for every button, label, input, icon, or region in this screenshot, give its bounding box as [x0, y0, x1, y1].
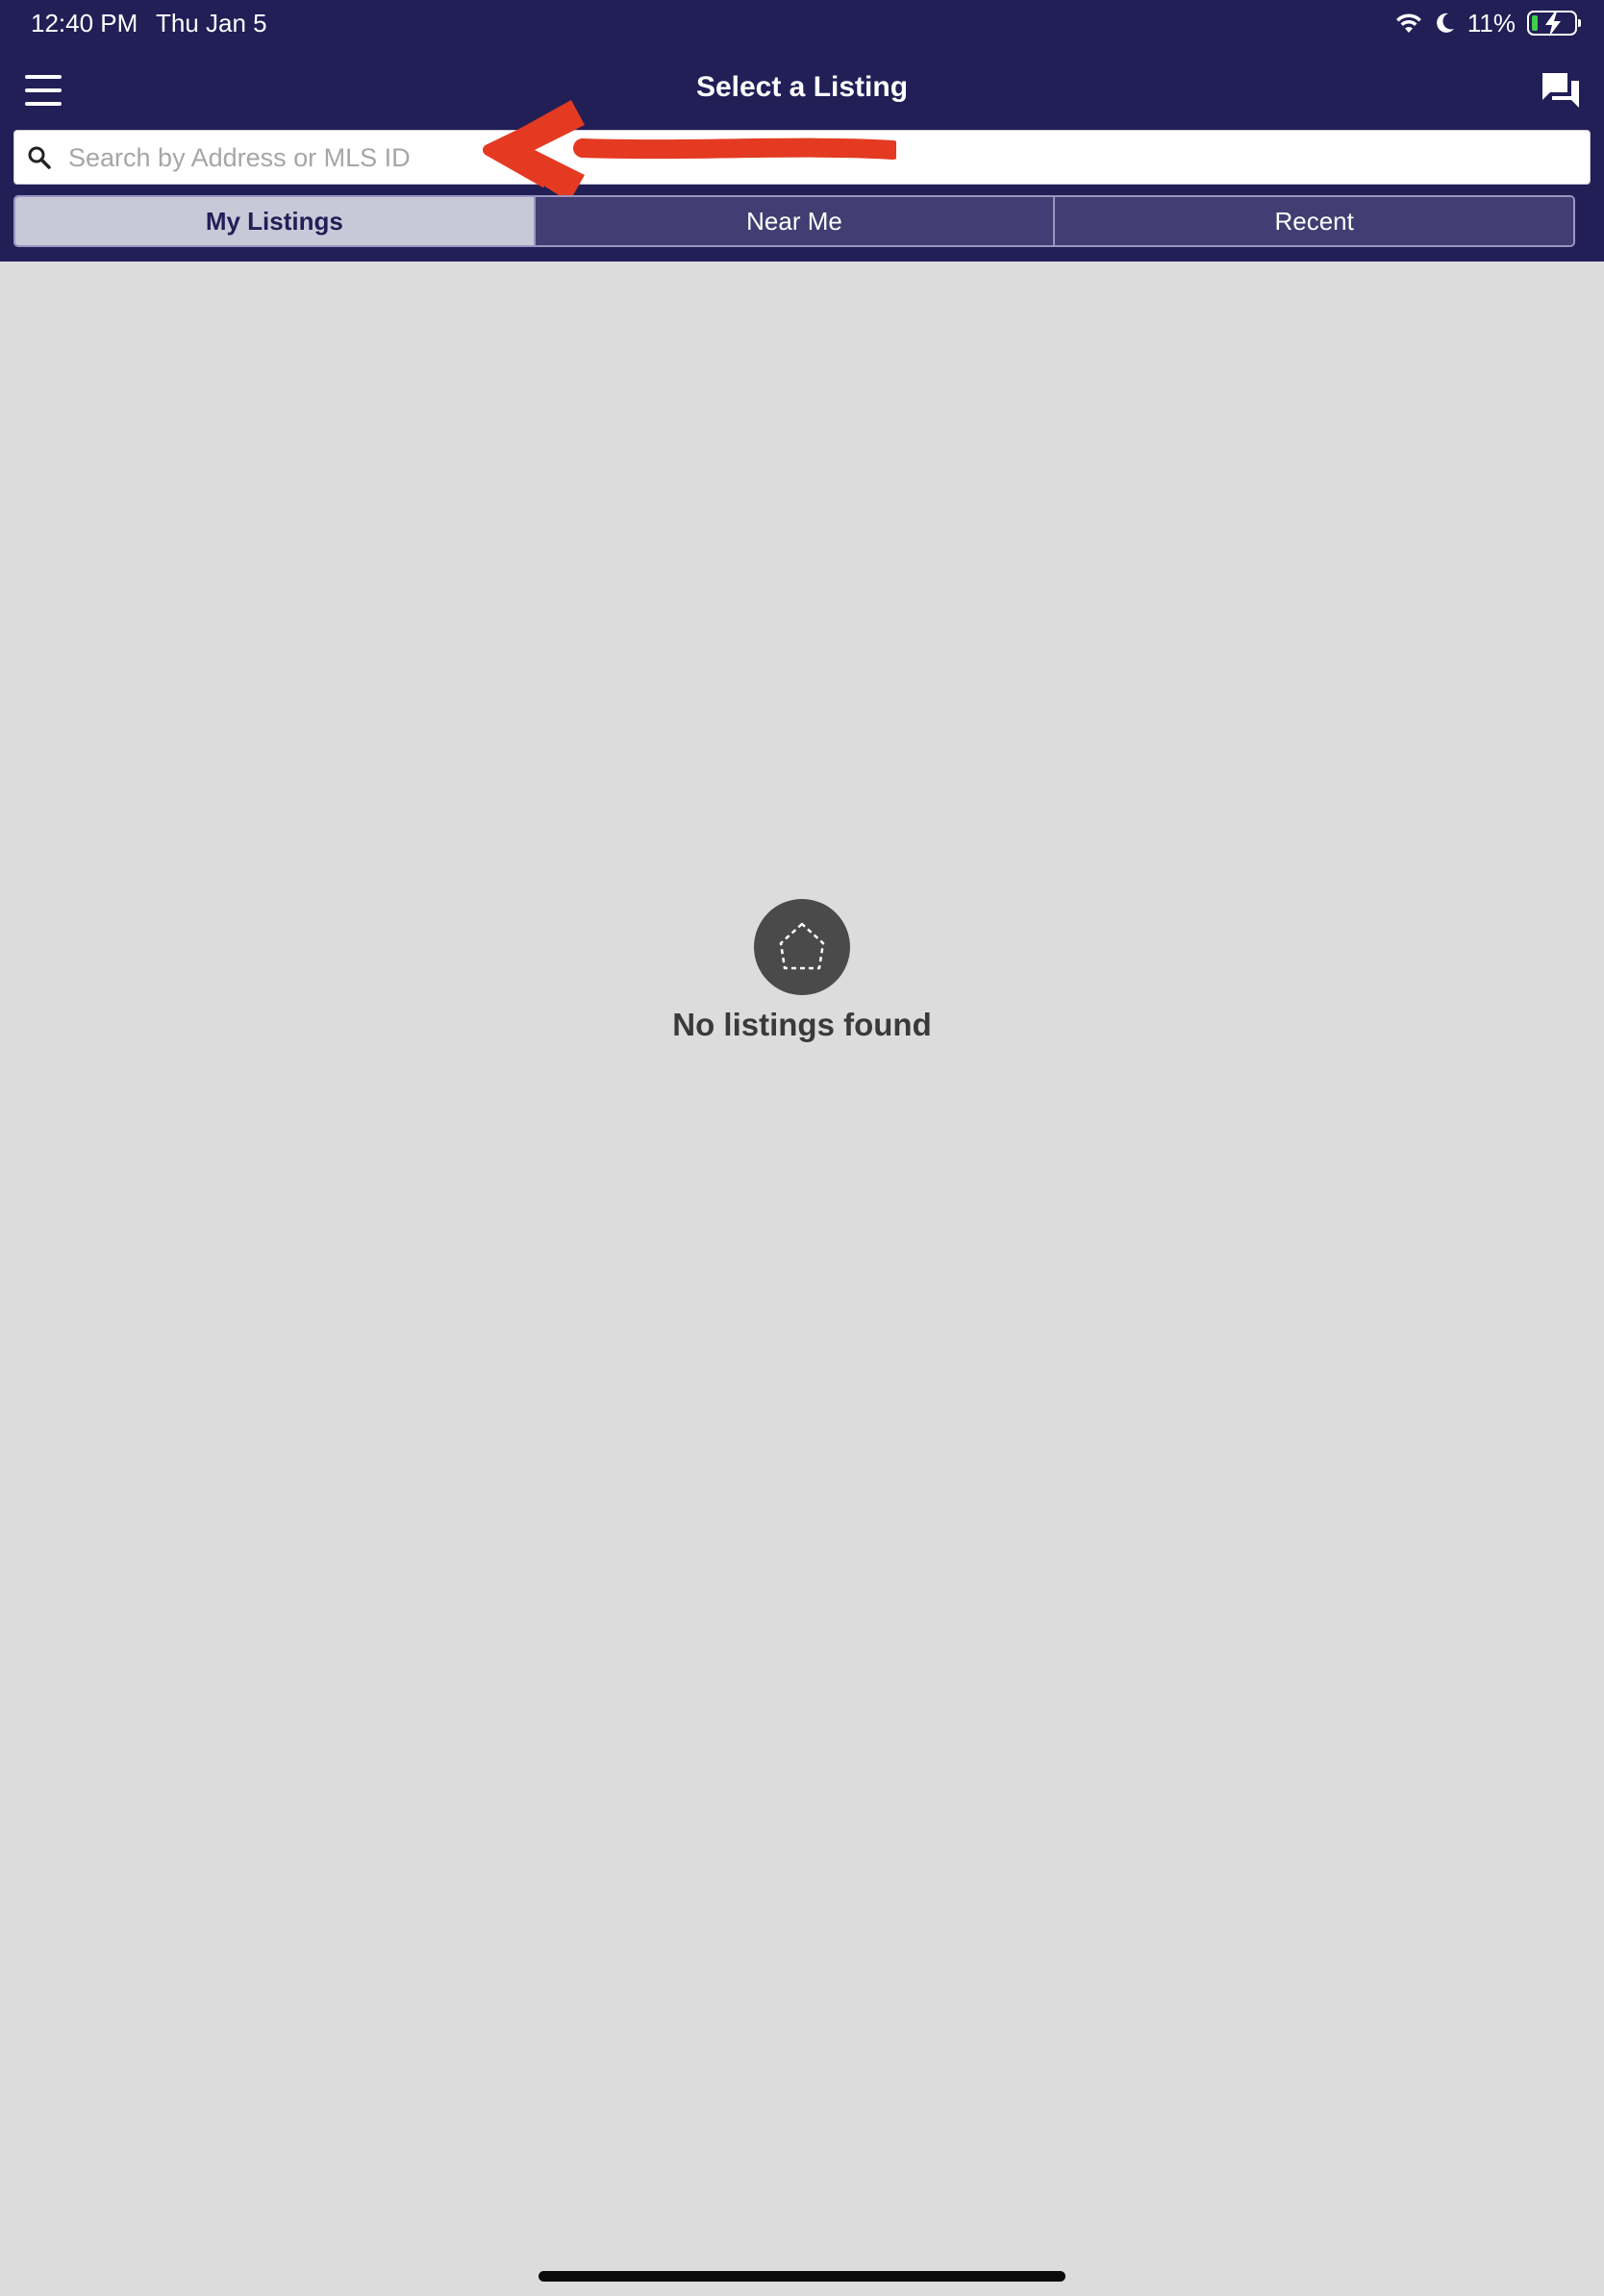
app-header: 12:40 PM Thu Jan 5 11% Select a Listing	[0, 0, 1604, 262]
tab-my-listings[interactable]: My Listings	[15, 197, 534, 245]
search-bar[interactable]	[13, 130, 1591, 185]
empty-state-message: No listings found	[672, 1007, 932, 1042]
do-not-disturb-moon-icon	[1437, 12, 1454, 33]
tab-near-me[interactable]: Near Me	[533, 197, 1054, 245]
status-date: Thu Jan 5	[156, 9, 267, 37]
search-icon	[28, 146, 51, 169]
chat-bubbles-icon[interactable]	[1541, 71, 1581, 110]
empty-state: No listings found	[0, 899, 1604, 1043]
empty-house-icon	[754, 899, 850, 995]
listing-tabs: My Listings Near Me Recent	[13, 195, 1575, 247]
battery-percent: 11%	[1466, 8, 1516, 37]
page-title: Select a Listing	[695, 71, 909, 103]
tab-recent[interactable]: Recent	[1053, 197, 1573, 245]
listings-content	[0, 262, 1604, 2258]
search-input[interactable]	[68, 137, 1568, 179]
status-time: 12:40 PM	[31, 9, 138, 37]
status-bar: 12:40 PM Thu Jan 5 11%	[0, 0, 1604, 48]
wifi-icon	[1395, 13, 1421, 33]
home-indicator[interactable]	[539, 2271, 1065, 2282]
status-indicators: 11%	[1394, 7, 1581, 39]
battery-charging-icon	[1527, 11, 1581, 37]
